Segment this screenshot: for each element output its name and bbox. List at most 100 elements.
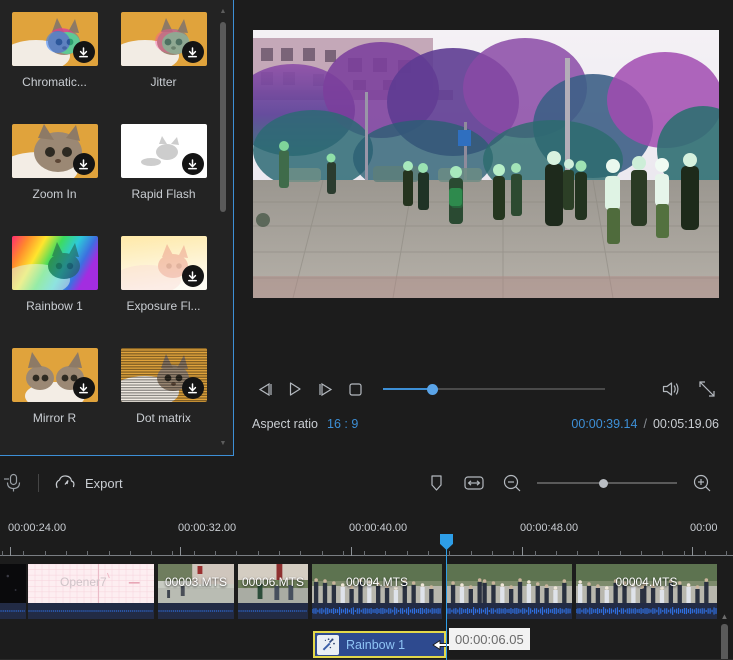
timeline-scrollbar[interactable]: ▲: [719, 612, 730, 660]
speaker-button[interactable]: [656, 377, 686, 401]
stop-button[interactable]: [340, 377, 370, 401]
toolbar-right-group: [417, 470, 733, 496]
effect-clip-label: Rainbow 1: [346, 637, 406, 652]
effect-label: Zoom In: [32, 187, 77, 201]
aspect-ratio-label: Aspect ratio: [252, 417, 319, 431]
scroll-down-arrow-icon[interactable]: ▼: [219, 440, 227, 448]
preview-meta-row: Aspect ratio 16 : 9 00:00:39.14 / 00:05:…: [252, 414, 719, 434]
download-icon[interactable]: [181, 377, 204, 399]
effect-item[interactable]: Jitter: [109, 12, 218, 124]
effect-item[interactable]: Exposure Fl...: [109, 236, 218, 348]
scroll-up-arrow-icon[interactable]: ▲: [219, 8, 227, 16]
export-button[interactable]: Export: [54, 473, 123, 493]
effect-label: Exposure Fl...: [126, 299, 201, 313]
download-icon[interactable]: [181, 41, 204, 63]
timeline-zoom-slider[interactable]: [537, 476, 677, 490]
microphone-icon[interactable]: [0, 473, 30, 493]
effect-item[interactable]: Rainbow 1: [0, 236, 109, 348]
effects-grid: Chromatic... Jitter Zoom In Rapid Flash: [0, 0, 218, 455]
effect-thumbnail[interactable]: [11, 236, 98, 290]
effect-item[interactable]: Rapid Flash: [109, 124, 218, 236]
volume-knob[interactable]: [426, 383, 438, 395]
download-icon[interactable]: [181, 265, 204, 287]
ruler-tick-major: [692, 547, 693, 556]
aspect-ratio-value[interactable]: 16 : 9: [327, 417, 358, 431]
play-button[interactable]: [280, 377, 310, 401]
scrollbar-thumb[interactable]: [220, 22, 226, 212]
zoom-out-icon[interactable]: [493, 470, 531, 496]
fullscreen-button[interactable]: [692, 377, 722, 401]
effect-clip-rainbow-1[interactable]: Rainbow 1: [313, 631, 446, 658]
download-icon[interactable]: [181, 153, 204, 175]
video-track[interactable]: Opener7 00003.MTS 00006.MTS 00004.MTS 00…: [0, 564, 719, 619]
timeline-clip[interactable]: 00006.MTS: [238, 564, 310, 619]
timeline-clip[interactable]: 00004.MTS: [576, 564, 719, 619]
effect-item[interactable]: Zoom In: [0, 124, 109, 236]
time-display: 00:00:39.14 / 00:05:19.06: [571, 417, 719, 431]
timeline-scroll-up-icon[interactable]: ▲: [720, 612, 729, 621]
clip-audio-waveform: [238, 603, 308, 619]
effect-thumbnail[interactable]: [11, 124, 98, 178]
effect-item[interactable]: Mirror R: [0, 348, 109, 455]
ruler-tick-major: [180, 547, 181, 556]
timeline-clip[interactable]: Opener7: [28, 564, 156, 619]
time-separator: /: [643, 417, 647, 431]
clip-thumbnail: [312, 564, 442, 603]
effect-thumbnail[interactable]: [120, 348, 207, 402]
ruler-label: 00:00:24.00: [8, 522, 67, 534]
playhead[interactable]: [440, 534, 453, 660]
download-icon[interactable]: [72, 41, 95, 63]
effect-thumbnail[interactable]: [120, 124, 207, 178]
timeline-clip[interactable]: 00004.MTS: [312, 564, 444, 619]
download-icon[interactable]: [72, 153, 95, 175]
current-time: 00:00:39.14: [571, 417, 638, 431]
drag-duration-tooltip: 00:00:06.05: [449, 628, 530, 650]
transport-controls: [250, 376, 722, 402]
clip-thumbnail: [0, 564, 26, 603]
zoom-in-icon[interactable]: [683, 470, 721, 496]
timeline-clip[interactable]: 00003.MTS: [158, 564, 236, 619]
toolbar-divider: [38, 474, 39, 492]
clip-audio-waveform: [158, 603, 234, 619]
total-duration: 00:05:19.06: [652, 417, 719, 431]
effect-label: Jitter: [150, 75, 177, 89]
effect-label: Rainbow 1: [26, 299, 83, 313]
video-preview[interactable]: [253, 30, 719, 298]
zoom-knob[interactable]: [598, 478, 608, 488]
effect-thumbnail[interactable]: [120, 236, 207, 290]
ruler-label: 00:00: [690, 522, 718, 534]
clip-thumbnail: [576, 564, 717, 603]
previous-frame-button[interactable]: [250, 377, 280, 401]
timeline-clip[interactable]: [0, 564, 28, 619]
ruler-tick-major: [351, 547, 352, 556]
effects-panel-scrollbar[interactable]: ▲ ▼: [218, 8, 228, 448]
effect-label: Mirror R: [32, 411, 77, 425]
clip-audio-waveform: [0, 603, 26, 619]
effect-thumbnail[interactable]: [120, 12, 207, 66]
effect-item[interactable]: Chromatic...: [0, 12, 109, 124]
ruler-tick-major: [10, 547, 11, 556]
clip-thumbnail: [28, 564, 154, 603]
ruler-label: 00:00:40.00: [349, 522, 408, 534]
clip-audio-waveform: [28, 603, 154, 619]
effect-label: Rapid Flash: [131, 187, 196, 201]
effects-library-panel: Chromatic... Jitter Zoom In Rapid Flash: [0, 0, 234, 456]
marker-icon[interactable]: [417, 470, 455, 496]
magic-wand-icon: [317, 634, 339, 655]
effect-item[interactable]: Dot matrix: [109, 348, 218, 455]
volume-fill: [383, 388, 432, 390]
timeline-clip[interactable]: [446, 564, 574, 619]
next-frame-button[interactable]: [310, 377, 340, 401]
clip-audio-waveform: [446, 603, 572, 619]
download-icon[interactable]: [72, 377, 95, 399]
clip-thumbnail: [446, 564, 572, 603]
timeline-scrollbar-thumb[interactable]: [721, 624, 728, 660]
ruler-tick-major: [522, 547, 523, 556]
fit-to-width-icon[interactable]: [455, 470, 493, 496]
export-label: Export: [85, 475, 123, 491]
timeline-ruler[interactable]: 00:00:24.00 00:00:32.00 00:00:40.00 00:00:4…: [0, 522, 733, 556]
effect-thumbnail[interactable]: [11, 348, 98, 402]
volume-slider[interactable]: [383, 381, 605, 397]
timeline-tracks: Opener7 00003.MTS 00006.MTS 00004.MTS 00…: [0, 556, 733, 660]
effect-thumbnail[interactable]: [11, 12, 98, 66]
